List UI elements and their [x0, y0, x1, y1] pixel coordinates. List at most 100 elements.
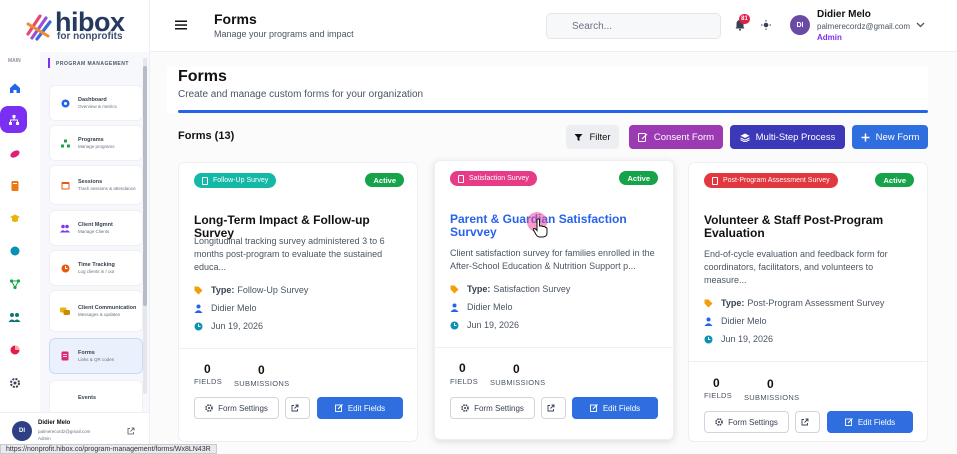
user-role: Admin: [38, 436, 51, 441]
sidebar-scrollbar[interactable]: [143, 58, 147, 394]
chevron-down-icon[interactable]: [916, 22, 925, 28]
rail-programs-button[interactable]: [0, 106, 27, 133]
sidebar-item-programs[interactable]: Programs Manage programs: [49, 125, 143, 161]
form-author: Didier Melo: [194, 303, 257, 313]
type-value: Post-Program Assessment Survey: [747, 298, 885, 308]
form-description: Client satisfaction survey for families …: [450, 248, 655, 271]
sidebar-item-communication[interactable]: Client Communication Messages & updates: [49, 290, 143, 332]
book-icon: [11, 180, 18, 191]
consent-form-button[interactable]: Consent Form: [629, 125, 723, 149]
search-placeholder: Search...: [572, 20, 613, 32]
forms-subheading: Create and manage custom forms for your …: [178, 89, 424, 100]
rail-leaf-button[interactable]: [3, 142, 26, 165]
form-card[interactable]: Post-Program Assessment Survey Active Vo…: [688, 162, 928, 442]
nav-subtitle: Log clients in / out: [78, 268, 115, 274]
multi-step-button[interactable]: Multi-Step Process: [730, 125, 845, 149]
brand-logo[interactable]: hibox for nonprofits: [0, 0, 150, 52]
multi-step-label: Multi-Step Process: [755, 131, 836, 143]
rail-label: MAIN: [8, 58, 21, 64]
form-settings-button[interactable]: Form Settings: [704, 411, 789, 433]
consent-form-label: Consent Form: [653, 131, 715, 143]
scrollbar-thumb[interactable]: [143, 66, 147, 306]
user-avatar[interactable]: DI: [790, 15, 810, 35]
category-badge: Follow-Up Survey: [194, 173, 277, 188]
filter-icon: [574, 133, 583, 141]
edit-icon: [844, 418, 853, 426]
form-card[interactable]: Satisfaction Survey Active Parent & Guar…: [434, 160, 674, 440]
status-badge: Active: [619, 171, 658, 185]
form-title[interactable]: Volunteer & Staff Post-Program Evaluatio…: [704, 214, 904, 240]
form-date: Jun 19, 2026: [450, 320, 519, 330]
rail-globe-button[interactable]: [3, 239, 26, 262]
document-icon: [458, 174, 464, 183]
open-form-button[interactable]: [285, 397, 310, 419]
external-link-icon: [801, 418, 809, 426]
form-settings-button[interactable]: Form Settings: [194, 397, 279, 419]
top-bar: Forms Manage your programs and impact Se…: [150, 0, 957, 52]
avatar: DI: [12, 421, 32, 441]
new-form-button[interactable]: New Form: [852, 125, 928, 149]
search-input[interactable]: Search...: [546, 13, 721, 39]
form-date: Jun 19, 2026: [704, 334, 773, 344]
edit-fields-button[interactable]: Edit Fields: [827, 411, 913, 433]
sidebar-section-label: PROGRAM MANAGEMENT: [56, 61, 129, 67]
sidebar-item-time-tracking[interactable]: Time Tracking Log clients in / out: [49, 250, 143, 286]
external-link-icon: [547, 404, 555, 412]
nav-title: Sessions: [78, 178, 103, 185]
created-date: Jun 19, 2026: [721, 334, 774, 344]
rail-settings-button[interactable]: [3, 371, 26, 394]
form-card[interactable]: Follow-Up Survey Active Long-Term Impact…: [178, 162, 418, 442]
settings-icon: [9, 377, 20, 388]
new-form-label: New Form: [875, 131, 920, 143]
sidebar-user-card[interactable]: DI Didier Melo palmerecordz@gmail.com Ad…: [0, 412, 150, 446]
external-link-icon[interactable]: [127, 427, 135, 435]
sun-icon[interactable]: [761, 20, 771, 30]
type-value: Satisfaction Survey: [493, 284, 571, 294]
rail-home-button[interactable]: [3, 76, 26, 99]
form-settings-label: Form Settings: [728, 417, 778, 427]
rail-group-button[interactable]: [3, 305, 26, 328]
nav-subtitle: Overview & metrics: [78, 103, 117, 109]
sidebar-item-forms[interactable]: Forms Links & QR codes: [49, 338, 143, 374]
open-form-button[interactable]: [795, 411, 820, 433]
author-name: Didier Melo: [467, 302, 513, 312]
document-icon: [202, 176, 208, 185]
user-role: Admin: [817, 33, 842, 42]
edit-fields-label: Edit Fields: [347, 403, 386, 413]
sidebar-nav: PROGRAM MANAGEMENT Dashboard Overview & m…: [40, 52, 150, 412]
submissions-count: 0: [513, 362, 520, 376]
rail-chart-button[interactable]: [3, 338, 26, 361]
fields-label: FIELDS: [704, 391, 733, 400]
sidebar-item-sessions[interactable]: Sessions Track sessions & attendance: [49, 165, 143, 205]
plus-icon: [861, 133, 870, 141]
page-header: Forms Create and manage custom forms for…: [167, 67, 928, 113]
open-form-button[interactable]: [541, 397, 566, 419]
card-divider: [179, 348, 417, 349]
category-label: Satisfaction Survey: [469, 175, 529, 182]
rail-graduation-button[interactable]: [3, 206, 26, 229]
sidebar-item-events[interactable]: Events: [49, 380, 143, 412]
clock-icon: [60, 263, 70, 273]
nav-title: Forms: [78, 349, 95, 356]
nav-subtitle: Links & QR codes: [78, 356, 115, 362]
edit-fields-button[interactable]: Edit Fields: [317, 397, 403, 419]
rail-book-button[interactable]: [3, 174, 26, 197]
clock-icon: [704, 335, 713, 343]
sidebar-item-clients[interactable]: Client Mgmnt Manage Clients: [49, 210, 143, 246]
clock-icon: [194, 322, 203, 330]
nav-subtitle: Manage programs: [78, 143, 115, 149]
sidebar-item-dashboard[interactable]: Dashboard Overview & metrics: [49, 85, 143, 121]
edit-icon: [334, 404, 343, 412]
edit-fields-button[interactable]: Edit Fields: [572, 397, 658, 419]
clients-icon: [60, 223, 70, 233]
status-badge: Active: [365, 173, 404, 187]
fields-label: FIELDS: [194, 377, 223, 386]
filter-button[interactable]: Filter: [566, 125, 619, 149]
author-name: Didier Melo: [211, 303, 257, 313]
signature-icon: [637, 132, 648, 142]
form-settings-button[interactable]: Form Settings: [450, 397, 535, 419]
rail-network-button[interactable]: [3, 272, 26, 295]
edit-fields-label: Edit Fields: [857, 417, 896, 427]
hamburger-menu-icon[interactable]: [174, 18, 188, 32]
org-chart-icon: [8, 114, 19, 125]
